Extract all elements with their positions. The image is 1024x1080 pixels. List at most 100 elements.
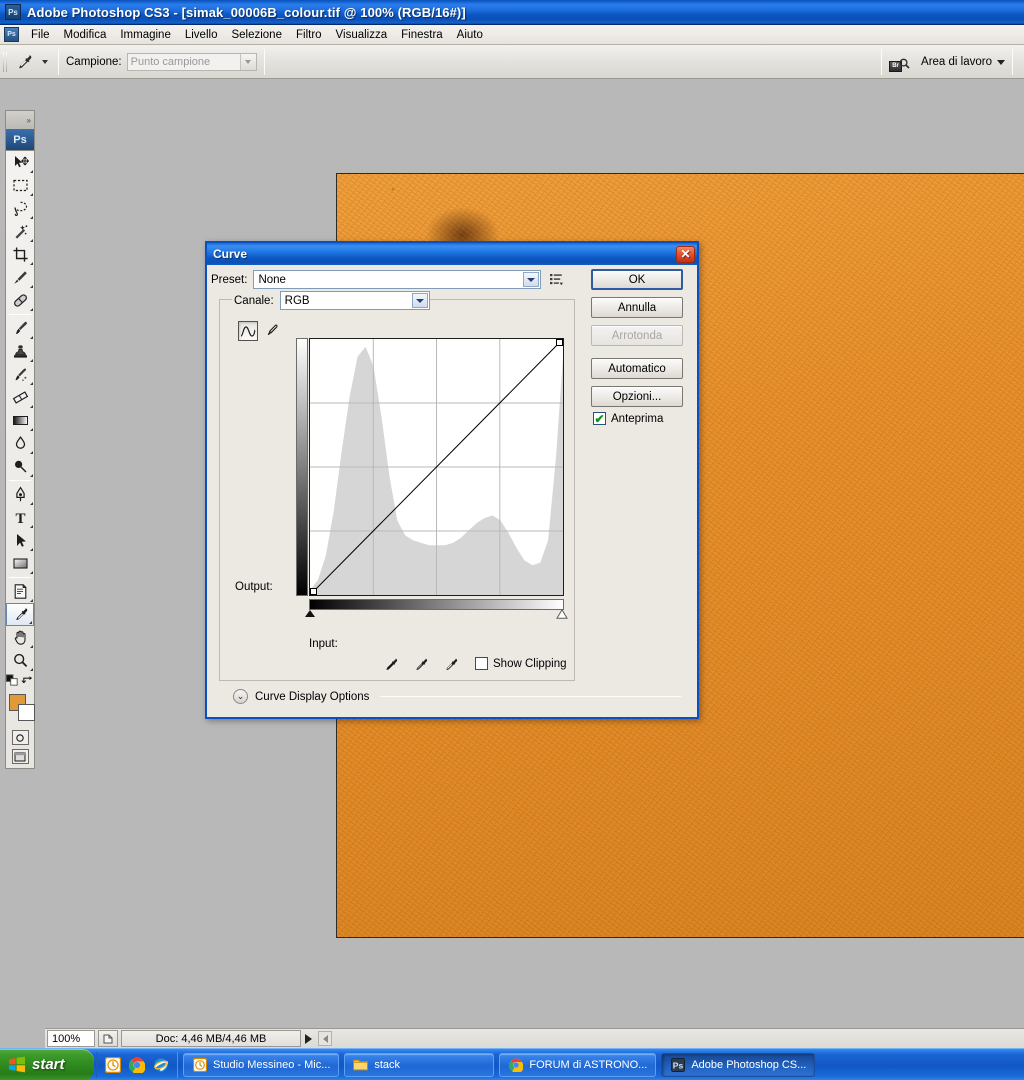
show-clipping-checkbox[interactable] xyxy=(475,657,488,670)
menu-item-finestra[interactable]: Finestra xyxy=(394,27,450,43)
sample-size-select[interactable]: Punto campione xyxy=(126,52,257,71)
ql-clock-icon[interactable] xyxy=(104,1056,122,1074)
slice-knife-icon[interactable] xyxy=(6,266,34,289)
chevron-down-icon[interactable] xyxy=(523,272,540,287)
background-color-swatch[interactable] xyxy=(18,704,35,721)
path-arrow-icon[interactable] xyxy=(6,529,34,552)
chevron-down-icon[interactable] xyxy=(411,293,428,308)
swap-colors-icon xyxy=(21,676,33,684)
chevron-down-icon[interactable] xyxy=(997,56,1005,68)
app-title-bar: Ps Adobe Photoshop CS3 - [simak_00006B_c… xyxy=(0,0,1024,25)
note-page-icon[interactable] xyxy=(6,580,34,603)
curve-display-options-label[interactable]: Curve Display Options xyxy=(255,691,369,703)
task-studio-messineo[interactable]: Studio Messineo - Mic... xyxy=(183,1052,340,1077)
curves-graph[interactable] xyxy=(309,338,564,596)
task-forum-astronomia[interactable]: FORUM di ASTRONO... xyxy=(499,1052,657,1077)
ok-button[interactable]: OK xyxy=(591,269,683,290)
black-point-marker[interactable] xyxy=(305,610,315,617)
zoom-level-field[interactable]: 100% xyxy=(47,1030,95,1047)
smooth-button: Arrotonda xyxy=(591,325,683,346)
gray-point-eyedropper[interactable] xyxy=(409,655,431,675)
menu-item-immagine[interactable]: Immagine xyxy=(113,27,178,43)
doc-size-icon[interactable] xyxy=(98,1030,118,1047)
menu-item-selezione[interactable]: Selezione xyxy=(224,27,289,43)
tool-preset-caret-icon[interactable] xyxy=(38,49,51,75)
workspace-label[interactable]: Area di lavoro xyxy=(921,56,992,68)
hand-icon[interactable] xyxy=(6,626,34,649)
eyedropper-tool[interactable] xyxy=(6,603,34,626)
stamp-icon[interactable] xyxy=(6,340,34,363)
quick-mask-icon[interactable] xyxy=(11,730,29,745)
menu-item-aiuto[interactable]: Aiuto xyxy=(450,27,490,43)
ql-ie-icon[interactable] xyxy=(152,1056,170,1074)
folder-icon xyxy=(353,1057,369,1072)
menu-item-visualizza[interactable]: Visualizza xyxy=(329,27,395,43)
ps-icon[interactable]: Ps xyxy=(4,27,19,42)
quickmask-row xyxy=(6,728,34,747)
menu-item-file[interactable]: File xyxy=(24,27,57,43)
white-point-marker[interactable] xyxy=(556,609,568,619)
window-title: Adobe Photoshop CS3 - [simak_00006B_colo… xyxy=(27,4,466,20)
move-tool[interactable] xyxy=(6,151,34,174)
curves-graph-area[interactable] xyxy=(296,338,564,596)
magic-wand-icon[interactable] xyxy=(6,220,34,243)
crop-icon[interactable] xyxy=(6,243,34,266)
cancel-button[interactable]: Annulla xyxy=(591,297,683,318)
dodge-lollipop-icon[interactable] xyxy=(6,455,34,478)
eraser-icon[interactable] xyxy=(6,386,34,409)
menu-item-modifica[interactable]: Modifica xyxy=(57,27,114,43)
color-swatches[interactable] xyxy=(6,692,35,726)
channel-label: Canale: xyxy=(234,294,274,307)
toolbox-collapse-handle[interactable]: » xyxy=(6,111,34,129)
type-T-icon[interactable]: T xyxy=(6,506,34,529)
output-label: Output: xyxy=(235,581,273,593)
sample-label: Campione: xyxy=(66,55,122,68)
divider xyxy=(58,48,59,75)
magnifier-icon[interactable] xyxy=(6,649,34,672)
options-bar-grip[interactable] xyxy=(1,47,10,77)
bridge-br-icon[interactable]: Br xyxy=(889,52,911,72)
curves-dialog-title-bar[interactable]: Curve ✕ xyxy=(207,243,697,265)
windows-flag-icon xyxy=(8,1056,26,1073)
toolbox-ps-badge: Ps xyxy=(6,129,34,151)
channel-select[interactable]: RGB xyxy=(279,291,430,310)
ps-icon: Ps xyxy=(670,1057,685,1072)
paintbrush-icon[interactable] xyxy=(6,317,34,340)
pen-nib-icon[interactable] xyxy=(6,483,34,506)
black-point-eyedropper[interactable] xyxy=(379,655,401,675)
chevron-double-down-icon[interactable]: ⌄ xyxy=(233,689,248,704)
preview-checkbox[interactable] xyxy=(593,412,606,425)
lasso-icon[interactable] xyxy=(6,197,34,220)
pencil-draw-icon[interactable] xyxy=(262,321,282,341)
ql-chrome-icon[interactable] xyxy=(128,1056,146,1074)
menu-item-livello[interactable]: Livello xyxy=(178,27,225,43)
menu-item-filtro[interactable]: Filtro xyxy=(289,27,329,43)
close-icon[interactable]: ✕ xyxy=(676,245,695,263)
history-brush-icon[interactable] xyxy=(6,363,34,386)
white-point-eyedropper[interactable] xyxy=(439,655,461,675)
preset-select[interactable]: None xyxy=(253,270,542,289)
chevron-down-icon[interactable] xyxy=(239,53,256,70)
auto-button[interactable]: Automatico xyxy=(591,358,683,379)
curves-histogram-svg xyxy=(309,338,564,596)
start-button[interactable]: start xyxy=(0,1048,94,1080)
curve-edit-icon[interactable] xyxy=(238,321,258,341)
flyout-menu-icon[interactable] xyxy=(547,271,567,289)
task-photoshop[interactable]: Ps Adobe Photoshop CS... xyxy=(661,1052,816,1077)
options-button[interactable]: Opzioni... xyxy=(591,386,683,407)
eyedropper-icon[interactable] xyxy=(10,49,38,75)
task-stack[interactable]: stack xyxy=(344,1052,495,1077)
divider xyxy=(263,48,265,75)
screen-mode-icon[interactable] xyxy=(11,749,29,764)
quick-launch-bar xyxy=(96,1051,178,1078)
play-arrow-icon[interactable] xyxy=(301,1030,315,1047)
rectangle-shape-icon[interactable] xyxy=(6,552,34,575)
water-drop-icon[interactable] xyxy=(6,432,34,455)
sample-size-value: Punto campione xyxy=(130,55,211,68)
tool-options-bar: Campione: Punto campione Br Area di lavo… xyxy=(0,45,1024,79)
horizontal-gradient-ramp xyxy=(309,599,564,610)
left-arrow-icon[interactable] xyxy=(318,1031,332,1046)
marquee-icon[interactable] xyxy=(6,174,34,197)
healing-bandage-icon[interactable] xyxy=(6,289,34,312)
gradient-icon[interactable] xyxy=(6,409,34,432)
